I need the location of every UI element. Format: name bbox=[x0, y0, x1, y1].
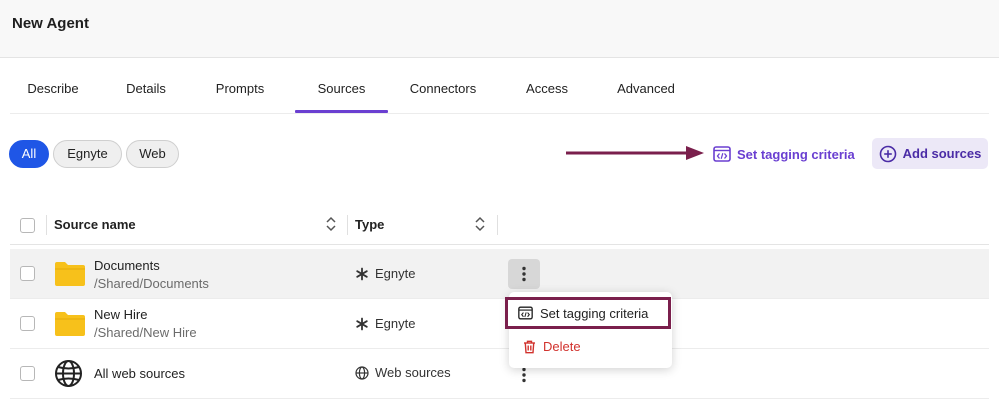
page-title: New Agent bbox=[12, 15, 89, 32]
column-divider bbox=[46, 215, 47, 235]
sort-icon[interactable] bbox=[325, 215, 337, 233]
table-row[interactable]: Documents /Shared/Documents Egnyte bbox=[10, 249, 989, 299]
tab-describe[interactable]: Describe bbox=[10, 78, 96, 113]
globe-icon bbox=[355, 365, 369, 380]
source-path: /Shared/Documents bbox=[94, 276, 209, 291]
source-name[interactable]: All web sources bbox=[94, 366, 185, 381]
column-divider bbox=[347, 215, 348, 235]
tab-advanced[interactable]: Advanced bbox=[606, 78, 686, 113]
tab-sources[interactable]: Sources bbox=[295, 78, 388, 113]
tab-prompts[interactable]: Prompts bbox=[200, 78, 280, 113]
column-header-type[interactable]: Type bbox=[355, 217, 384, 232]
source-type: Egnyte bbox=[355, 316, 415, 331]
plus-circle-icon bbox=[879, 145, 896, 162]
source-type-label: Egnyte bbox=[375, 316, 416, 331]
set-tagging-criteria-link[interactable]: Set tagging criteria bbox=[713, 143, 855, 165]
row-checkbox[interactable] bbox=[20, 266, 35, 281]
table-row[interactable]: New Hire /Shared/New Hire Egnyte bbox=[10, 299, 989, 349]
tab-bar: Describe Details Prompts Sources Connect… bbox=[10, 78, 989, 114]
code-window-icon bbox=[518, 306, 533, 320]
table-header: Source name Type bbox=[10, 207, 989, 245]
code-window-icon bbox=[713, 146, 731, 162]
app-header: New Agent bbox=[0, 0, 999, 58]
tab-details[interactable]: Details bbox=[106, 78, 186, 113]
kebab-icon bbox=[522, 367, 526, 383]
column-header-source-name[interactable]: Source name bbox=[54, 217, 136, 232]
tab-connectors[interactable]: Connectors bbox=[398, 78, 488, 113]
egnyte-icon bbox=[356, 317, 368, 330]
menu-item-label: Delete bbox=[543, 339, 581, 354]
row-actions-button[interactable] bbox=[508, 259, 540, 289]
source-type-label: Web sources bbox=[375, 365, 451, 380]
table-row[interactable]: All web sources Web sources bbox=[10, 349, 989, 399]
row-actions-menu: Set tagging criteria Delete bbox=[505, 292, 672, 368]
folder-icon bbox=[55, 312, 85, 336]
annotation-arrow bbox=[566, 146, 704, 160]
source-type: Web sources bbox=[355, 365, 451, 380]
row-checkbox[interactable] bbox=[20, 366, 35, 381]
set-tagging-criteria-label: Set tagging criteria bbox=[737, 146, 855, 162]
sort-icon[interactable] bbox=[474, 215, 486, 233]
add-sources-button[interactable]: Add sources bbox=[872, 138, 988, 169]
select-all-checkbox[interactable] bbox=[20, 218, 35, 233]
menu-item-delete[interactable]: Delete bbox=[523, 339, 581, 354]
filter-egnyte-chip[interactable]: Egnyte bbox=[53, 140, 122, 168]
source-name[interactable]: New Hire bbox=[94, 307, 147, 322]
folder-icon bbox=[55, 262, 85, 286]
add-sources-label: Add sources bbox=[902, 146, 982, 161]
menu-item-set-tagging-criteria[interactable]: Set tagging criteria bbox=[505, 297, 671, 329]
menu-item-label: Set tagging criteria bbox=[540, 305, 649, 321]
source-name[interactable]: Documents bbox=[94, 258, 160, 273]
tab-access[interactable]: Access bbox=[512, 78, 582, 113]
column-divider bbox=[497, 215, 498, 235]
source-type: Egnyte bbox=[355, 266, 415, 281]
globe-icon bbox=[55, 360, 82, 387]
egnyte-icon bbox=[356, 267, 368, 280]
filter-web-chip[interactable]: Web bbox=[126, 140, 179, 168]
trash-icon bbox=[524, 340, 535, 353]
source-path: /Shared/New Hire bbox=[94, 325, 197, 340]
kebab-icon bbox=[522, 266, 526, 282]
row-checkbox[interactable] bbox=[20, 316, 35, 331]
source-type-label: Egnyte bbox=[375, 266, 416, 281]
filter-all-chip[interactable]: All bbox=[9, 140, 49, 168]
